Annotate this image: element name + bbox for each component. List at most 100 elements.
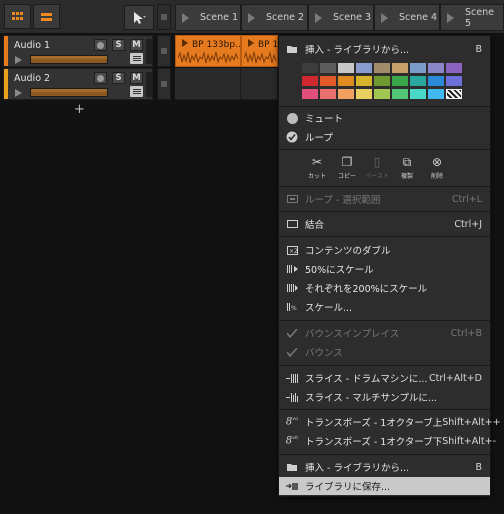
color-swatch[interactable] (302, 89, 318, 99)
pointer-tool-button[interactable] (124, 5, 154, 30)
double-icon: ×2 (286, 245, 298, 255)
menu-bounce-in-place[interactable]: バウンスインプレイス Ctrl+B (279, 324, 490, 342)
menu-label: バウンスインプレイス (305, 329, 400, 340)
scene-3-header[interactable]: Scene 3 (308, 4, 374, 31)
color-swatch[interactable] (446, 63, 462, 73)
color-swatch[interactable] (356, 89, 372, 99)
scissors-icon: ✂ (311, 155, 323, 169)
menu-shortcut: B (475, 43, 482, 55)
color-swatch[interactable] (356, 63, 372, 73)
menu-mute[interactable]: ミュート (279, 109, 490, 127)
grid-view-button[interactable] (4, 4, 31, 29)
scene-label: Scene 4 (399, 12, 438, 23)
list-view-button[interactable] (33, 4, 60, 29)
color-swatch[interactable] (320, 89, 336, 99)
color-swatch[interactable] (428, 63, 444, 73)
scene-2-header[interactable]: Scene 2 (241, 4, 308, 31)
scene-1-header[interactable]: Scene 1 (175, 4, 241, 31)
menu-insert-from-library-2[interactable]: 挿入 - ライブラリから... B (279, 458, 490, 476)
menu-double-content[interactable]: ×2 コンテンツのダブル (279, 241, 490, 259)
menu-loop-selection[interactable]: ループ - 選択範囲 Ctrl+L (279, 190, 490, 208)
color-swatch[interactable] (338, 63, 354, 73)
menu-slice-drum-machine[interactable]: スライス - ドラムマシンに... Ctrl+Alt+D (279, 369, 490, 387)
track-name[interactable]: Audio 2 (14, 73, 50, 84)
color-swatch[interactable] (338, 89, 354, 99)
track-menu-icon[interactable] (130, 53, 143, 64)
mute-button[interactable]: M (130, 72, 143, 84)
color-swatch[interactable] (374, 76, 390, 86)
stop-all-button[interactable] (157, 4, 171, 30)
color-swatch[interactable] (338, 76, 354, 86)
menu-transpose-up[interactable]: 8va トランスポーズ - 1オクターブ上 Shift+Alt++ (279, 413, 501, 431)
clip-title: BP 133bp... (182, 39, 240, 50)
menu-scale[interactable]: % スケール... (279, 298, 490, 316)
menu-label: トランスポーズ - 1オクターブ下 (305, 437, 443, 448)
menu-label: コンテンツのダブル (305, 246, 391, 257)
color-swatch[interactable] (428, 89, 444, 99)
paste-icon: ▯ (373, 155, 381, 169)
color-swatch[interactable] (374, 89, 390, 99)
color-swatch[interactable] (446, 89, 462, 99)
tool-duplicate[interactable]: ⧉ 複製 (392, 156, 422, 181)
solo-button[interactable]: S (112, 39, 125, 51)
menu-scale-50[interactable]: 50%にスケール (279, 260, 490, 278)
track-header-audio-1[interactable]: Audio 1 S M (3, 35, 153, 67)
volume-fader[interactable] (30, 88, 108, 97)
empty-clip-slot[interactable] (241, 68, 278, 100)
scene-4-header[interactable]: Scene 4 (374, 4, 440, 31)
clip-audio-1-scene-1[interactable]: BP 133bp... (175, 35, 241, 67)
menu-shortcut: Ctrl+B (450, 327, 482, 339)
menu-bounce[interactable]: バウンス (279, 343, 490, 361)
track-stop-button[interactable] (157, 68, 171, 100)
color-swatch[interactable] (320, 76, 336, 86)
play-icon (182, 12, 189, 23)
record-arm-button[interactable] (94, 72, 107, 84)
solo-button[interactable]: S (112, 72, 125, 84)
tool-copy[interactable]: ❐ コピー (332, 156, 362, 181)
color-swatch[interactable] (392, 76, 408, 86)
scene-5-header[interactable]: Scene 5 (440, 4, 504, 31)
track-header-audio-2[interactable]: Audio 2 S M (3, 68, 153, 100)
mute-button[interactable]: M (130, 39, 143, 51)
menu-save-to-library[interactable]: ライブラリに保存... (279, 477, 490, 495)
volume-fader[interactable] (30, 55, 108, 64)
scene-label: Scene 1 (200, 12, 239, 23)
color-swatch[interactable] (392, 63, 408, 73)
color-swatch[interactable] (302, 63, 318, 73)
color-swatch[interactable] (446, 76, 462, 86)
color-swatch[interactable] (428, 76, 444, 86)
color-swatch[interactable] (356, 76, 372, 86)
color-swatch[interactable] (410, 63, 426, 73)
menu-join[interactable]: 結合 Ctrl+J (279, 215, 490, 233)
slice-drum-icon (286, 373, 298, 383)
menu-transpose-down[interactable]: 8vb トランスポーズ - 1オクターブ下 Shift+Alt+- (279, 432, 496, 450)
track-color-stripe (4, 69, 8, 99)
tool-paste[interactable]: ▯ ペースト (362, 155, 392, 181)
clip-audio-1-scene-2[interactable]: BP 133bp... (241, 35, 278, 67)
record-arm-button[interactable] (94, 39, 107, 51)
color-swatch[interactable] (410, 89, 426, 99)
track-name[interactable]: Audio 1 (14, 40, 50, 51)
tool-delete[interactable]: ⊗ 削除 (422, 156, 452, 181)
color-swatch[interactable] (392, 89, 408, 99)
color-swatch[interactable] (374, 63, 390, 73)
track-stop-button[interactable] (157, 35, 171, 67)
tool-cut[interactable]: ✂ カット (302, 155, 332, 181)
menu-insert-from-library[interactable]: 挿入 - ライブラリから... B (279, 40, 490, 58)
color-swatch[interactable] (302, 76, 318, 86)
add-track-button[interactable]: + (74, 102, 85, 117)
play-icon (248, 12, 255, 23)
color-swatch[interactable] (410, 76, 426, 86)
menu-slice-multisample[interactable]: スライス - マルチサンプルに... (279, 388, 490, 406)
level-meter (146, 39, 152, 64)
menu-loop[interactable]: ループ (279, 128, 490, 146)
empty-clip-slot[interactable] (175, 68, 241, 100)
color-swatch[interactable] (320, 63, 336, 73)
list-icon (40, 12, 52, 21)
play-icon (15, 89, 22, 97)
level-meter (146, 72, 152, 97)
octave-down-icon: 8vb (285, 435, 299, 447)
menu-scale-200[interactable]: それぞれを200%にスケール (279, 279, 490, 297)
track-menu-icon[interactable] (130, 86, 143, 97)
menu-separator (279, 409, 490, 410)
